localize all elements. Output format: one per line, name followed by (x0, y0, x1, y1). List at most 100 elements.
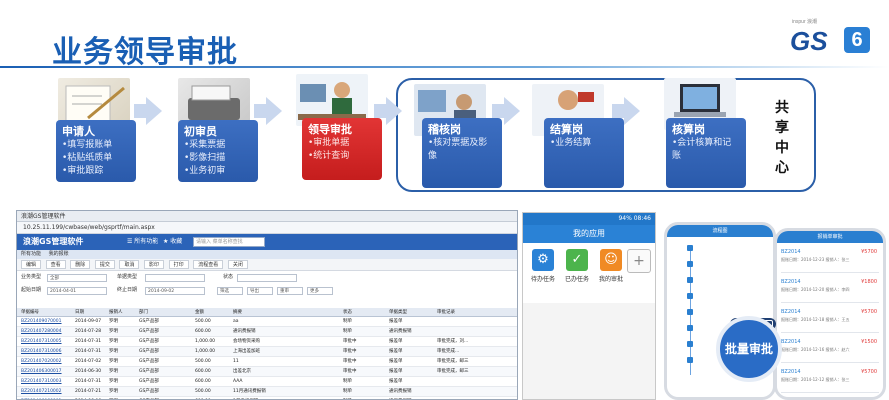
flow-arrow-1 (146, 97, 162, 125)
shared-center-label: 共 享 中 心 (770, 98, 794, 178)
grid-header-cell[interactable]: 状态 (343, 308, 352, 317)
close-button[interactable]: 关闭 (227, 260, 248, 269)
step-line: •采集票据 (184, 140, 226, 150)
flow-arrow-4 (504, 97, 520, 125)
address-bar[interactable]: 10.25.11.199/cwbase/web/gsprtf/main.aspx (17, 222, 517, 234)
doc-type-select[interactable] (145, 274, 205, 282)
grid-header-cell[interactable]: 摘要 (233, 308, 242, 317)
grid-cell: 2014-06-30 (75, 369, 102, 374)
doc-number-link[interactable]: BZ201407310006 (21, 347, 62, 356)
approval-card[interactable]: BZ2014 ¥5700 报账日期：2014-12-23 报销人：张三 (781, 247, 879, 273)
step-line: •核对票据及影 (428, 138, 488, 148)
edit-button[interactable]: 编辑 (21, 260, 42, 269)
flow-view-button[interactable]: 流程查看 (193, 260, 224, 269)
gs-desktop-window: 浪潮GS管理软件 10.25.11.199/cwbase/web/gsprtf/… (16, 210, 518, 400)
table-row[interactable]: BZ201407310006 2014-07-31 罗明 GS产品部 1,000.00 上… (17, 347, 517, 357)
app-todo-tasks[interactable]: ⚙ 待办任务 (527, 249, 559, 283)
grid-cell: 罗明 (109, 359, 118, 364)
submit-button[interactable]: 提交 (94, 260, 115, 269)
end-date-input[interactable]: 2014-09-02 (145, 287, 205, 295)
approval-card[interactable]: BZ2014 ¥1500 报账日期：2014-12-16 报销人：赵六 (781, 337, 879, 363)
table-row[interactable]: BZ201407280004 2014-07-28 罗明 GS产品部 600.00 通讯费… (17, 327, 517, 337)
grid-header-cell[interactable]: 审批记录 (437, 308, 455, 317)
card-amount: ¥5700 (861, 249, 877, 255)
approval-card[interactable]: BZ2014 ¥5700 报账日期：2014-12-18 报销人：王五 (781, 307, 879, 333)
nav-favorites[interactable]: ★ 收藏 (163, 234, 182, 250)
logo-gs-text: GS (790, 26, 828, 56)
grid-header-cell[interactable]: 单据类型 (389, 308, 407, 317)
tab-all-functions[interactable]: 所有功能 (21, 251, 41, 257)
grid-cell: 罗明 (109, 389, 118, 394)
image-button[interactable]: 影印 (144, 260, 165, 269)
card-doc-number: BZ2014 (781, 369, 801, 375)
window-titlebar: 浪潮GS管理软件 (17, 211, 517, 222)
app-title: 我的应用 (523, 225, 655, 243)
business-type-label: 业务类型 (21, 274, 42, 280)
grid-cell: 报差单 (389, 369, 403, 374)
table-row[interactable]: BZ201407310003 2014-07-31 罗明 GS产品部 600.00 AAA… (17, 377, 517, 387)
doc-number-link[interactable]: BZ201409070001 (21, 317, 62, 326)
filter-button[interactable]: 筛选 (217, 287, 243, 295)
title-bar: 业务领导审批 inspur 浪潮 GS 6 (0, 0, 889, 80)
delete-button[interactable]: 删除 (70, 260, 91, 269)
doc-number-link[interactable]: BZ201406300017 (21, 367, 62, 376)
grid-cell: GS产品部 (139, 319, 159, 324)
claims-grid: 单据编号 日期 报销人 部门 金额 摘要 状态 单据类型 审批记录 BZ201409070001 2… (17, 308, 517, 399)
app-my-approvals[interactable]: ☺ 我的审批 (595, 249, 627, 283)
share-icon: ⚙ (532, 249, 554, 271)
flow-node (687, 261, 693, 267)
approval-card[interactable]: BZ2014 ¥1800 报账日期：2014-12-20 报销人：李四 (781, 277, 879, 303)
start-date-label: 起始日期 (21, 287, 42, 293)
doc-number-link[interactable]: BZ201407310003 (21, 377, 62, 386)
tab-my-claims[interactable]: 我的报账 (49, 251, 69, 257)
card-doc-number: BZ2014 (781, 339, 801, 345)
grid-cell: GS产品部 (139, 389, 159, 394)
menu-search-input[interactable]: 请输入 菜单名称查找 (193, 237, 265, 247)
mobile-app-screen: 94% 08:46 我的应用 ⚙ 待办任务 ✓ 已办任务 ☺ 我的审批 + (522, 212, 656, 400)
add-app-icon[interactable]: + (627, 249, 651, 273)
doc-number-link[interactable]: BZ201407280004 (21, 327, 62, 336)
view-button[interactable]: 查看 (45, 260, 66, 269)
table-row[interactable]: BZ201409070001 2014-09-07 罗明 GS产品部 500.00 aa 制… (17, 317, 517, 327)
grid-cell: 报差单 (389, 349, 403, 354)
more-button[interactable]: 更多 (307, 287, 333, 295)
doc-number-link[interactable]: BZ201407310005 (21, 337, 62, 346)
business-type-select[interactable]: 全部 (47, 274, 107, 282)
batch-approval-button[interactable]: 批量审批 (716, 316, 782, 382)
nav-all-functions[interactable]: ☰ 所有功能 (127, 234, 158, 250)
approval-card[interactable]: BZ2014 ¥5700 报账日期：2014-12-12 报销人：张三 (781, 367, 879, 393)
grid-header-cell[interactable]: 单据编号 (21, 308, 39, 317)
grid-cell: 罗明 (109, 369, 118, 374)
step-applicant: 申请人 •填写报账单 •粘贴纸质单 •审批跟踪 (56, 120, 136, 182)
print-button[interactable]: 打印 (168, 260, 189, 269)
doc-type-label: 单据类型 (117, 274, 138, 280)
app-done-tasks[interactable]: ✓ 已办任务 (561, 249, 593, 283)
logo-six-badge: 6 (844, 27, 870, 53)
export-button[interactable]: 导出 (247, 287, 273, 295)
app-label: 待办任务 (530, 276, 555, 283)
grid-cell: 2014-07-02 (75, 359, 102, 364)
recheck-button[interactable]: 重审 (277, 287, 303, 295)
flow-node (687, 277, 693, 283)
card-summary: 报账日期：2014-12-18 报销人：王五 (781, 317, 850, 322)
flowchart-title: 流程图 (667, 225, 773, 237)
grid-cell: 罗明 (109, 339, 118, 344)
shared-center-char: 心 (775, 160, 789, 176)
card-doc-number: BZ2014 (781, 249, 801, 255)
doc-number-link[interactable]: BZ201407020002 (21, 357, 62, 366)
grid-header-cell[interactable]: 金额 (195, 308, 204, 317)
app-tabs: 所有功能 我的报账 (17, 250, 517, 259)
cancel-button[interactable]: 取消 (119, 260, 140, 269)
shared-center-char: 中 (775, 140, 789, 156)
grid-header-cell[interactable]: 部门 (139, 308, 148, 317)
grid-cell: 罗明 (109, 349, 118, 354)
start-date-input[interactable]: 2014-04-01 (47, 287, 107, 295)
doc-number-link[interactable]: BZ201407210002 (21, 387, 62, 396)
table-row[interactable]: BZ201407210002 2014-07-21 罗明 GS产品部 500.00 11月… (17, 387, 517, 397)
table-row[interactable]: BZ201407020002 2014-07-02 罗明 GS产品部 500.00 11 审… (17, 357, 517, 367)
grid-header-cell[interactable]: 日期 (75, 308, 84, 317)
status-select[interactable] (237, 274, 297, 282)
table-row[interactable]: BZ201406300017 2014-06-30 罗明 GS产品部 600.00 出差北… (17, 367, 517, 377)
grid-header-cell[interactable]: 报销人 (109, 308, 123, 317)
table-row[interactable]: BZ201407310005 2014-07-31 罗明 GS产品部 1,000.00 会… (17, 337, 517, 347)
